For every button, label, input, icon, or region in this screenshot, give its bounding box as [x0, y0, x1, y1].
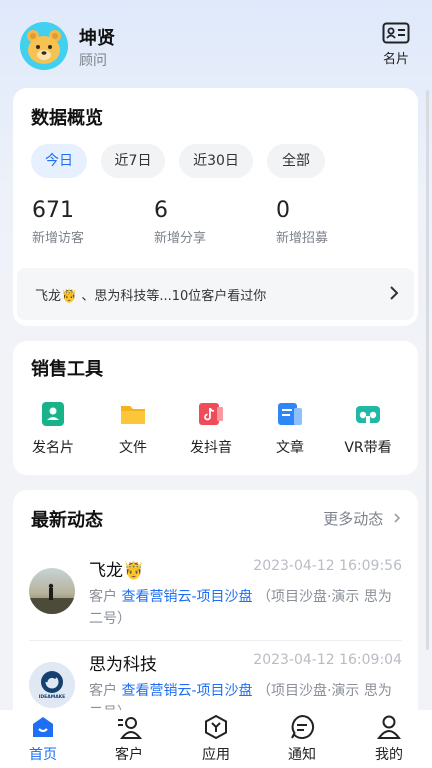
data-overview-panel: 数据概览 今日 近7日 近30日 全部 671 新增访客 6 新增分享 0 新增… — [13, 88, 418, 326]
stat-new-recruits[interactable]: 0 新增招募 — [276, 198, 328, 246]
tool-send-card[interactable]: 发名片 — [18, 401, 88, 457]
tab-notifications[interactable]: 通知 — [272, 714, 332, 764]
tab-label: 客户 — [115, 747, 143, 763]
business-card-label: 名片 — [382, 52, 409, 67]
stat-value: 671 — [32, 198, 74, 223]
activity-description: 客户 查看营销云-项目沙盘 （项目沙盘·演示 思为二号） — [89, 586, 404, 630]
business-card-button[interactable]: 名片 — [374, 22, 418, 72]
tab-home[interactable]: 首页 — [13, 714, 73, 764]
tool-files[interactable]: 文件 — [98, 401, 168, 457]
customer-name: 思为科技 — [89, 655, 157, 675]
tools-title: 销售工具 — [31, 359, 103, 380]
home-icon — [33, 717, 53, 737]
bottom-tab-bar: 首页 客户 应用 通知 我的 — [0, 710, 432, 768]
activity-action-link[interactable]: 查看营销云-项目沙盘 — [121, 589, 252, 605]
tab-today[interactable]: 今日 — [31, 144, 87, 178]
folder-icon — [121, 406, 145, 424]
stat-label: 新增分享 — [154, 231, 207, 246]
customer-name: 飞龙🤴 — [89, 561, 145, 581]
tab-label: 首页 — [29, 747, 57, 763]
activity-time: 2023-04-12 16:09:04 — [253, 652, 402, 668]
tool-vr-tour[interactable]: VR带看 — [333, 401, 403, 457]
activity-time: 2023-04-12 16:09:56 — [253, 558, 402, 574]
activity-prefix: 客户 — [89, 589, 117, 605]
stat-new-shares[interactable]: 6 新增分享 — [154, 198, 206, 246]
tool-douyin[interactable]: 发抖音 — [176, 401, 246, 457]
stat-value: 6 — [154, 198, 168, 223]
vr-headset-icon — [356, 406, 380, 423]
tool-label: 发名片 — [32, 440, 74, 456]
stat-label: 新增招募 — [276, 231, 329, 246]
feed-title: 最新动态 — [31, 510, 103, 531]
tab-label: 通知 — [288, 747, 316, 763]
tool-label: VR带看 — [344, 440, 392, 456]
recent-visitors-bar[interactable]: 飞龙🤴 、思为科技等...10位客户看过你 — [17, 268, 414, 320]
activity-action-link[interactable]: 查看营销云-项目沙盘 — [121, 683, 252, 699]
recent-visitors-text: 飞龙🤴 、思为科技等...10位客户看过你 — [35, 289, 267, 304]
tool-articles[interactable]: 文章 — [255, 401, 325, 457]
article-icon — [278, 403, 302, 425]
overview-title: 数据概览 — [31, 108, 103, 129]
stat-value: 0 — [276, 198, 290, 223]
company-logo-text: IDEAMAKE — [38, 695, 66, 700]
more-activity-link[interactable]: 更多动态 — [323, 508, 402, 529]
id-card-icon — [382, 22, 410, 44]
chevron-right-icon — [390, 286, 399, 300]
tab-profile[interactable]: 我的 — [359, 714, 419, 764]
stat-new-visitors[interactable]: 671 新增访客 — [32, 198, 84, 246]
activity-prefix: 客户 — [89, 683, 117, 699]
tab-label: 应用 — [202, 747, 230, 763]
user-role: 顾问 — [79, 53, 107, 69]
divider — [29, 640, 402, 641]
activity-item[interactable]: 飞龙🤴 2023-04-12 16:09:56 客户 查看营销云-项目沙盘 （项… — [13, 556, 418, 656]
chevron-right-icon — [394, 513, 401, 523]
tab-customers[interactable]: 客户 — [99, 714, 159, 764]
header: 坤贤 顾问 名片 — [0, 0, 432, 80]
customer-avatar — [29, 568, 75, 614]
tab-all[interactable]: 全部 — [267, 144, 325, 178]
bear-avatar[interactable] — [20, 22, 68, 70]
notification-icon — [291, 714, 315, 739]
user-name: 坤贤 — [79, 28, 115, 49]
tab-label: 我的 — [375, 747, 403, 763]
profile-icon — [377, 715, 401, 739]
tab-apps[interactable]: 应用 — [186, 714, 246, 764]
scrollbar[interactable] — [426, 90, 429, 650]
tool-label: 文件 — [119, 440, 147, 456]
sales-tools-panel: 销售工具 发名片 文件 发抖音 文章 VR带看 — [13, 341, 418, 475]
stat-label: 新增访客 — [32, 231, 85, 246]
tool-label: 发抖音 — [190, 440, 232, 456]
more-activity-label: 更多动态 — [323, 510, 384, 528]
tab-30-days[interactable]: 近30日 — [179, 144, 253, 178]
douyin-icon — [199, 403, 223, 425]
business-card-icon — [42, 402, 64, 426]
customers-icon — [118, 717, 142, 739]
tab-7-days[interactable]: 近7日 — [101, 144, 165, 178]
apps-icon — [205, 714, 227, 740]
tool-label: 文章 — [276, 440, 304, 456]
company-logo-avatar: IDEAMAKE — [29, 662, 75, 708]
